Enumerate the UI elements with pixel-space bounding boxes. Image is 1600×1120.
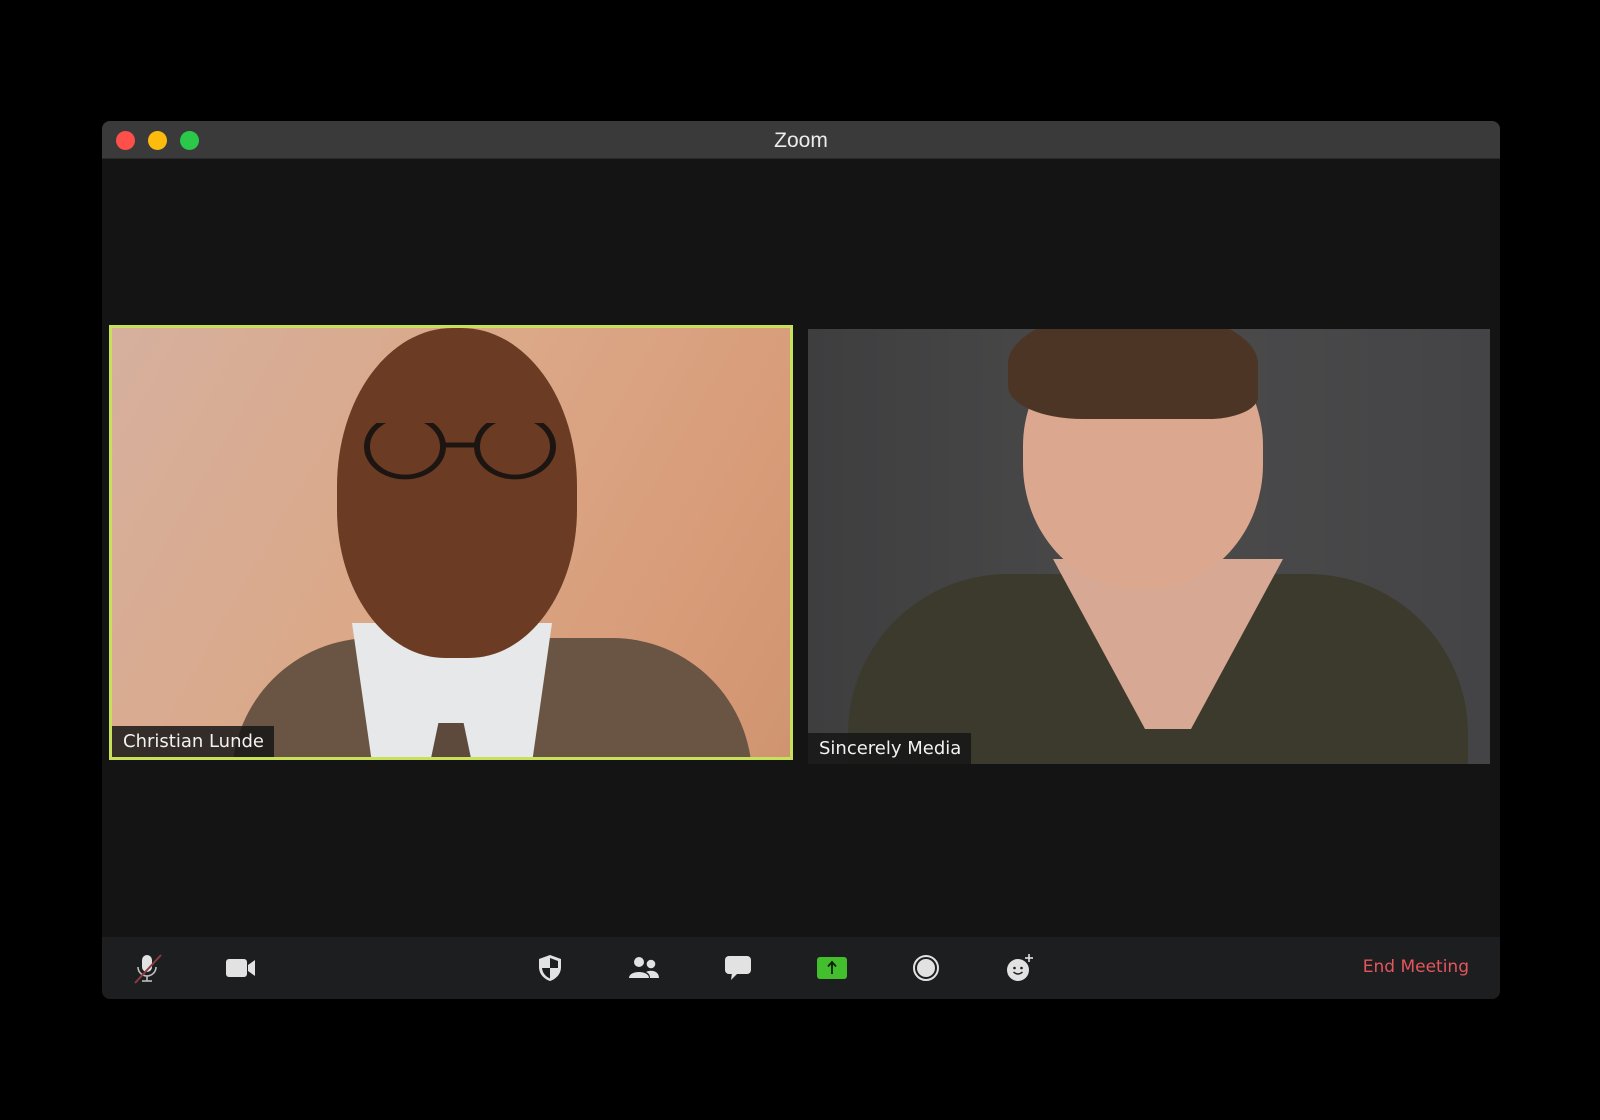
participant-name-label: Sincerely Media	[808, 733, 972, 764]
chat-bubble-icon	[725, 956, 751, 980]
participants-button[interactable]	[627, 952, 661, 984]
window-title: Zoom	[774, 129, 828, 152]
participant-video-hair	[1008, 329, 1258, 419]
share-screen-button[interactable]	[815, 952, 849, 984]
reactions-icon	[1007, 954, 1033, 981]
title-bar[interactable]: Zoom	[102, 121, 1500, 159]
participant-name-label: Christian Lunde	[112, 726, 275, 757]
security-shield-icon	[539, 955, 561, 981]
zoom-window: Zoom Christian Lunde Sincerely Media End…	[102, 121, 1500, 999]
security-button[interactable]	[533, 952, 567, 984]
video-camera-icon	[226, 959, 255, 977]
reactions-button[interactable]	[1003, 952, 1037, 984]
participants-icon	[629, 957, 659, 978]
participant-video-head	[337, 328, 577, 658]
video-tile-christian-lunde[interactable]: Christian Lunde	[109, 325, 793, 760]
participant-video-glasses	[364, 423, 556, 480]
record-icon	[913, 955, 939, 981]
meeting-toolbar: End Meeting	[102, 937, 1500, 999]
video-button[interactable]	[224, 952, 258, 984]
chat-button[interactable]	[721, 952, 755, 984]
microphone-muted-icon	[134, 954, 162, 984]
share-screen-icon	[817, 957, 847, 979]
video-tile-sincerely-media[interactable]: Sincerely Media	[808, 329, 1490, 764]
end-meeting-button[interactable]: End Meeting	[1363, 957, 1469, 977]
record-button[interactable]	[909, 952, 943, 984]
mute-button[interactable]	[130, 952, 164, 984]
